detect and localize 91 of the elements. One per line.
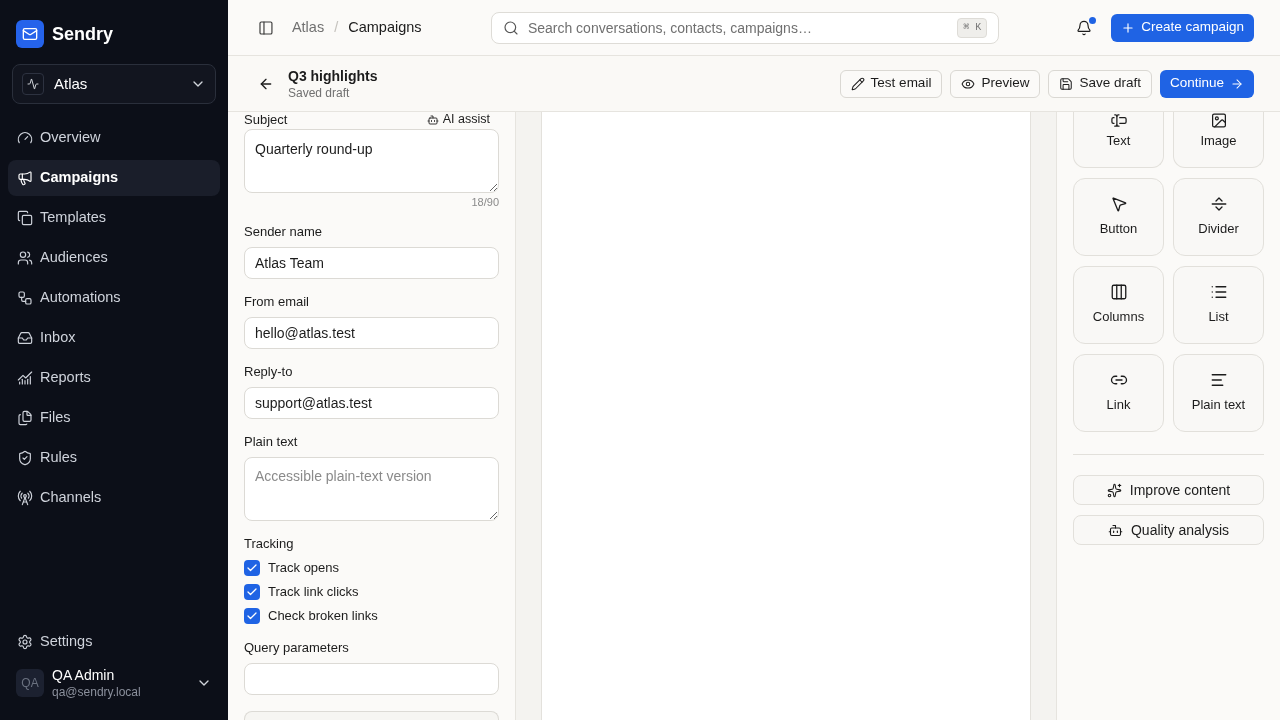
action-button[interactable]: Continue <box>1159 69 1254 98</box>
input-field[interactable]: Atlas Team <box>244 247 499 279</box>
input-field[interactable] <box>244 711 499 720</box>
draft-status: Saved draft <box>288 84 351 101</box>
nav-item[interactable]: Audiences <box>8 240 220 276</box>
nav-item[interactable]: Overview <box>8 120 220 156</box>
nav-item[interactable]: Channels <box>8 480 220 516</box>
checkbox-label: Check broken links <box>268 607 378 626</box>
field-label: Reply-to <box>244 364 294 380</box>
workflow-icon <box>17 290 33 306</box>
breadcrumb-link[interactable]: Atlas <box>291 16 325 39</box>
mail-logo-icon <box>16 20 44 48</box>
text-cursor-icon <box>1109 112 1128 129</box>
block-tile[interactable]: Plain text <box>1173 354 1264 432</box>
megaphone-icon <box>17 170 33 186</box>
block-tile[interactable]: List <box>1173 266 1264 344</box>
text-area-field[interactable]: Accessible plain-text version <box>244 457 499 521</box>
brand-name: Sendry <box>52 23 114 46</box>
gauge-icon <box>17 130 33 146</box>
campaign-title: Q3 highlights <box>288 66 378 85</box>
sparkles-icon <box>1106 482 1122 498</box>
align-left-icon <box>1209 371 1228 389</box>
user-email: qa@sendry.local <box>52 683 141 700</box>
plus-icon <box>1121 20 1136 35</box>
copy-icon <box>17 210 33 226</box>
nav-item[interactable]: Rules <box>8 440 220 476</box>
field-label: From email <box>244 294 310 310</box>
block-tile[interactable]: Columns <box>1073 266 1164 344</box>
create-campaign-button[interactable]: Create campaign <box>1111 13 1254 42</box>
nav-item[interactable]: Settings <box>8 624 220 660</box>
action-button[interactable]: Test email <box>839 69 943 98</box>
tool-button[interactable]: Improve content <box>1073 475 1264 505</box>
block-tile[interactable]: Text <box>1073 112 1164 168</box>
bell-icon[interactable] <box>1076 19 1093 36</box>
checkbox-label: Track opens <box>268 559 340 578</box>
field-label: Query parameters <box>244 640 350 656</box>
list-icon <box>1209 283 1228 301</box>
pencil-icon <box>850 76 865 91</box>
checkbox[interactable] <box>244 560 260 576</box>
nav-item[interactable]: Templates <box>8 200 220 236</box>
check-icon <box>246 610 258 622</box>
sidebar-toggle-icon[interactable] <box>258 19 274 36</box>
shield-check-icon <box>17 450 33 466</box>
block-tile[interactable]: Image <box>1173 112 1264 168</box>
check-icon <box>246 562 258 574</box>
breadcrumb-current: Campaigns <box>348 17 422 37</box>
block-tile[interactable]: Link <box>1073 354 1164 432</box>
radio-tower-icon <box>17 490 33 506</box>
action-button[interactable]: Save draft <box>1048 69 1152 98</box>
bot-icon <box>1107 522 1123 538</box>
shortcut-key: ⌘ K <box>957 17 988 38</box>
tool-button[interactable]: Quality analysis <box>1073 515 1264 545</box>
field-label: Subject <box>244 112 288 127</box>
action-button[interactable]: Preview <box>950 69 1041 98</box>
bot-icon <box>426 113 439 126</box>
nav-item[interactable]: Files <box>8 400 220 436</box>
nav-item[interactable]: Automations <box>8 280 220 316</box>
settings-icon <box>17 634 33 650</box>
pointer-icon <box>1109 195 1128 213</box>
activity-icon <box>22 73 44 95</box>
field-label: Sender name <box>244 224 324 240</box>
nav-item[interactable]: Campaigns <box>8 160 220 196</box>
checkbox[interactable] <box>244 608 260 624</box>
separator-icon <box>1209 195 1228 213</box>
checkbox-label: Track link clicks <box>268 583 359 602</box>
files-icon <box>17 410 33 426</box>
workspace-selector[interactable]: Atlas <box>12 64 216 104</box>
checkbox[interactable] <box>244 584 260 600</box>
block-tile[interactable]: Button <box>1073 178 1164 256</box>
bar-chart-icon <box>17 370 33 386</box>
ai-assist-button[interactable]: AI assist <box>426 112 490 127</box>
eye-icon <box>961 76 976 91</box>
input-field[interactable] <box>244 663 499 695</box>
user-name: QA Admin <box>52 665 116 684</box>
avatar-initials: QA <box>16 668 44 697</box>
nav-item[interactable]: Reports <box>8 360 220 396</box>
input-field[interactable]: hello@atlas.test <box>244 317 499 349</box>
nav-item[interactable]: Inbox <box>8 320 220 356</box>
field-label: Plain text <box>244 434 299 450</box>
inbox-icon <box>17 330 33 346</box>
block-tile[interactable]: Divider <box>1173 178 1264 256</box>
subject-field[interactable]: Quarterly round-up <box>244 129 499 193</box>
field-label: Tracking <box>244 536 295 552</box>
search-icon <box>502 19 519 36</box>
image-icon <box>1209 112 1228 129</box>
breadcrumb-separator: / <box>334 17 339 37</box>
check-icon <box>246 586 258 598</box>
columns-icon <box>1109 283 1128 301</box>
character-counter: 18/90 <box>471 195 499 209</box>
users-icon <box>17 250 33 266</box>
input-field[interactable]: support@atlas.test <box>244 387 499 419</box>
